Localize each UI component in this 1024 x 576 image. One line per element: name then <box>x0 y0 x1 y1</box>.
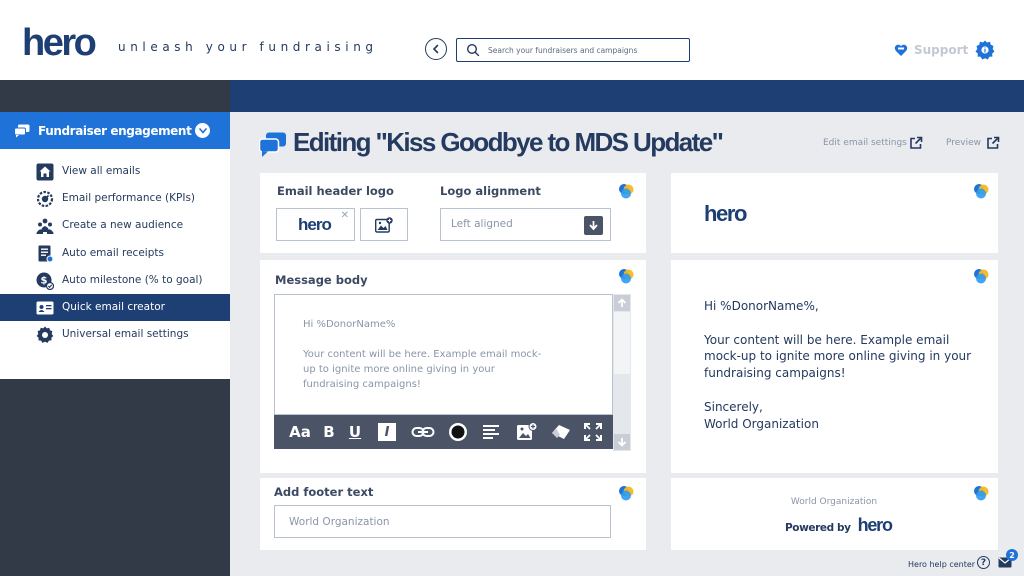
scroll-thumb[interactable] <box>614 312 630 374</box>
insert-image-icon[interactable] <box>516 422 538 442</box>
external-link-icon[interactable] <box>986 136 1000 150</box>
edit-email-settings-link[interactable]: Edit email settings <box>823 138 907 148</box>
remove-logo-icon[interactable]: ✕ <box>341 210 349 221</box>
bold-button[interactable]: B <box>320 422 338 442</box>
dropdown-arrow-icon[interactable] <box>584 216 603 235</box>
chat-bubbles-icon <box>14 124 30 137</box>
support-link[interactable]: Support <box>893 43 968 57</box>
preview-body-text: Hi %DonorName%, Your content will be her… <box>704 299 972 431</box>
sidebar-item-auto-milestone[interactable]: $ Auto milestone (% to goal) <box>0 267 230 294</box>
underline-button[interactable]: U <box>346 422 364 442</box>
ai-assist-icon[interactable] <box>973 485 989 501</box>
preview-footer-org: World Organization <box>790 497 878 507</box>
sidebar-item-label: View all emails <box>62 165 141 177</box>
search-icon <box>466 43 480 57</box>
preview-logo: hero <box>704 201 747 226</box>
support-label: Support <box>914 43 969 57</box>
ai-assist-icon[interactable] <box>618 183 634 199</box>
message-body-label: Message body <box>275 273 368 287</box>
chevron-left-icon <box>432 44 439 54</box>
search-input[interactable] <box>488 45 678 55</box>
external-link-icon[interactable] <box>909 136 923 150</box>
footer-text-input[interactable]: World Organization <box>274 505 611 538</box>
link-icon[interactable] <box>411 422 435 442</box>
tagline: unleash your fundraising <box>118 40 378 54</box>
sidebar-item-label: Universal email settings <box>62 328 189 340</box>
sidebar-item-label: Auto email receipts <box>62 247 164 259</box>
sidebar-item-label: Quick email creator <box>62 301 165 313</box>
text-color-icon[interactable] <box>447 422 469 442</box>
sidebar-section-title: Fundraiser engagement <box>38 123 192 138</box>
eraser-icon[interactable] <box>550 422 572 442</box>
help-center-link[interactable]: Hero help center <box>908 560 975 569</box>
scroll-up-arrow[interactable] <box>614 295 630 311</box>
milestone-icon: $ <box>36 272 54 290</box>
sidebar-item-label: Auto milestone (% to goal) <box>62 274 203 286</box>
arrow-down-icon <box>617 438 627 447</box>
powered-by-logo: hero <box>857 515 893 535</box>
sidebar-collapse-toggle[interactable] <box>195 123 210 138</box>
arrow-up-icon <box>617 298 627 307</box>
notification-badge: 2 <box>1006 549 1018 561</box>
sidebar-item-label: Create a new audience <box>62 219 184 231</box>
chat-bubbles-icon <box>259 132 286 157</box>
chevron-down-icon <box>198 127 207 134</box>
people-icon <box>36 218 54 234</box>
top-banner <box>230 80 1024 112</box>
email-header-logo-label: Email header logo <box>277 184 394 198</box>
ai-assist-icon[interactable] <box>618 485 634 501</box>
gear-icon[interactable]: i <box>974 39 996 61</box>
image-add-icon <box>375 216 393 233</box>
page-title: Editing "Kiss Goodbye to MDS Update" <box>293 127 724 157</box>
fullscreen-icon[interactable] <box>583 422 603 442</box>
sidebar-section-header[interactable]: Fundraiser engagement <box>0 112 230 149</box>
logo-alignment-value: Left aligned <box>451 218 513 230</box>
ai-assist-icon[interactable] <box>973 183 989 199</box>
id-card-icon <box>36 301 54 315</box>
message-body-editor[interactable]: Hi %DonorName% Your content will be here… <box>274 294 613 415</box>
receipt-icon <box>38 245 54 263</box>
align-left-icon[interactable] <box>481 422 501 442</box>
preview-footer-card <box>671 478 998 550</box>
logo-alignment-select[interactable]: Left aligned <box>440 208 611 241</box>
font-size-button[interactable]: Aa <box>289 422 311 442</box>
sidebar-item-auto-receipts[interactable]: Auto email receipts <box>0 240 230 267</box>
footer-text-label: Add footer text <box>274 485 374 499</box>
search-box[interactable] <box>456 38 690 62</box>
support-icon <box>894 44 908 56</box>
sidebar-item-create-audience[interactable]: Create a new audience <box>0 212 230 239</box>
sidebar-item-view-all-emails[interactable]: View all emails <box>0 158 230 185</box>
ai-assist-icon[interactable] <box>973 268 989 284</box>
svg-text:i: i <box>984 47 986 55</box>
back-button[interactable] <box>425 38 447 60</box>
powered-by-label: Powered by <box>785 522 851 534</box>
gauge-icon <box>36 190 54 208</box>
editor-toolbar: Aa B U I <box>274 415 613 449</box>
logo-alignment-label: Logo alignment <box>440 184 541 198</box>
upload-logo-button[interactable] <box>360 208 408 241</box>
header-logo-image: hero <box>298 215 332 234</box>
ai-assist-icon[interactable] <box>618 268 634 284</box>
scroll-down-arrow[interactable] <box>614 434 630 450</box>
powered-by: Powered by hero <box>785 515 893 536</box>
help-icon[interactable]: ? <box>977 556 990 569</box>
sidebar-item-email-performance[interactable]: Email performance (KPIs) <box>0 185 230 212</box>
sidebar-item-universal-settings[interactable]: Universal email settings <box>0 321 230 348</box>
footer-text-value: World Organization <box>289 516 390 528</box>
preview-link[interactable]: Preview <box>946 138 981 148</box>
message-body-text[interactable]: Hi %DonorName% Your content will be here… <box>303 317 553 392</box>
sidebar-item-label: Email performance (KPIs) <box>62 192 196 204</box>
header-logo-preview[interactable]: hero ✕ <box>276 208 355 241</box>
settings-icon <box>36 326 54 343</box>
top-header: hero unleash your fundraising Support i <box>0 0 1024 80</box>
home-icon <box>36 163 54 181</box>
sidebar-item-quick-email-creator[interactable]: Quick email creator <box>0 294 230 321</box>
hero-logo[interactable]: hero <box>22 22 97 65</box>
italic-button[interactable]: I <box>378 423 396 441</box>
